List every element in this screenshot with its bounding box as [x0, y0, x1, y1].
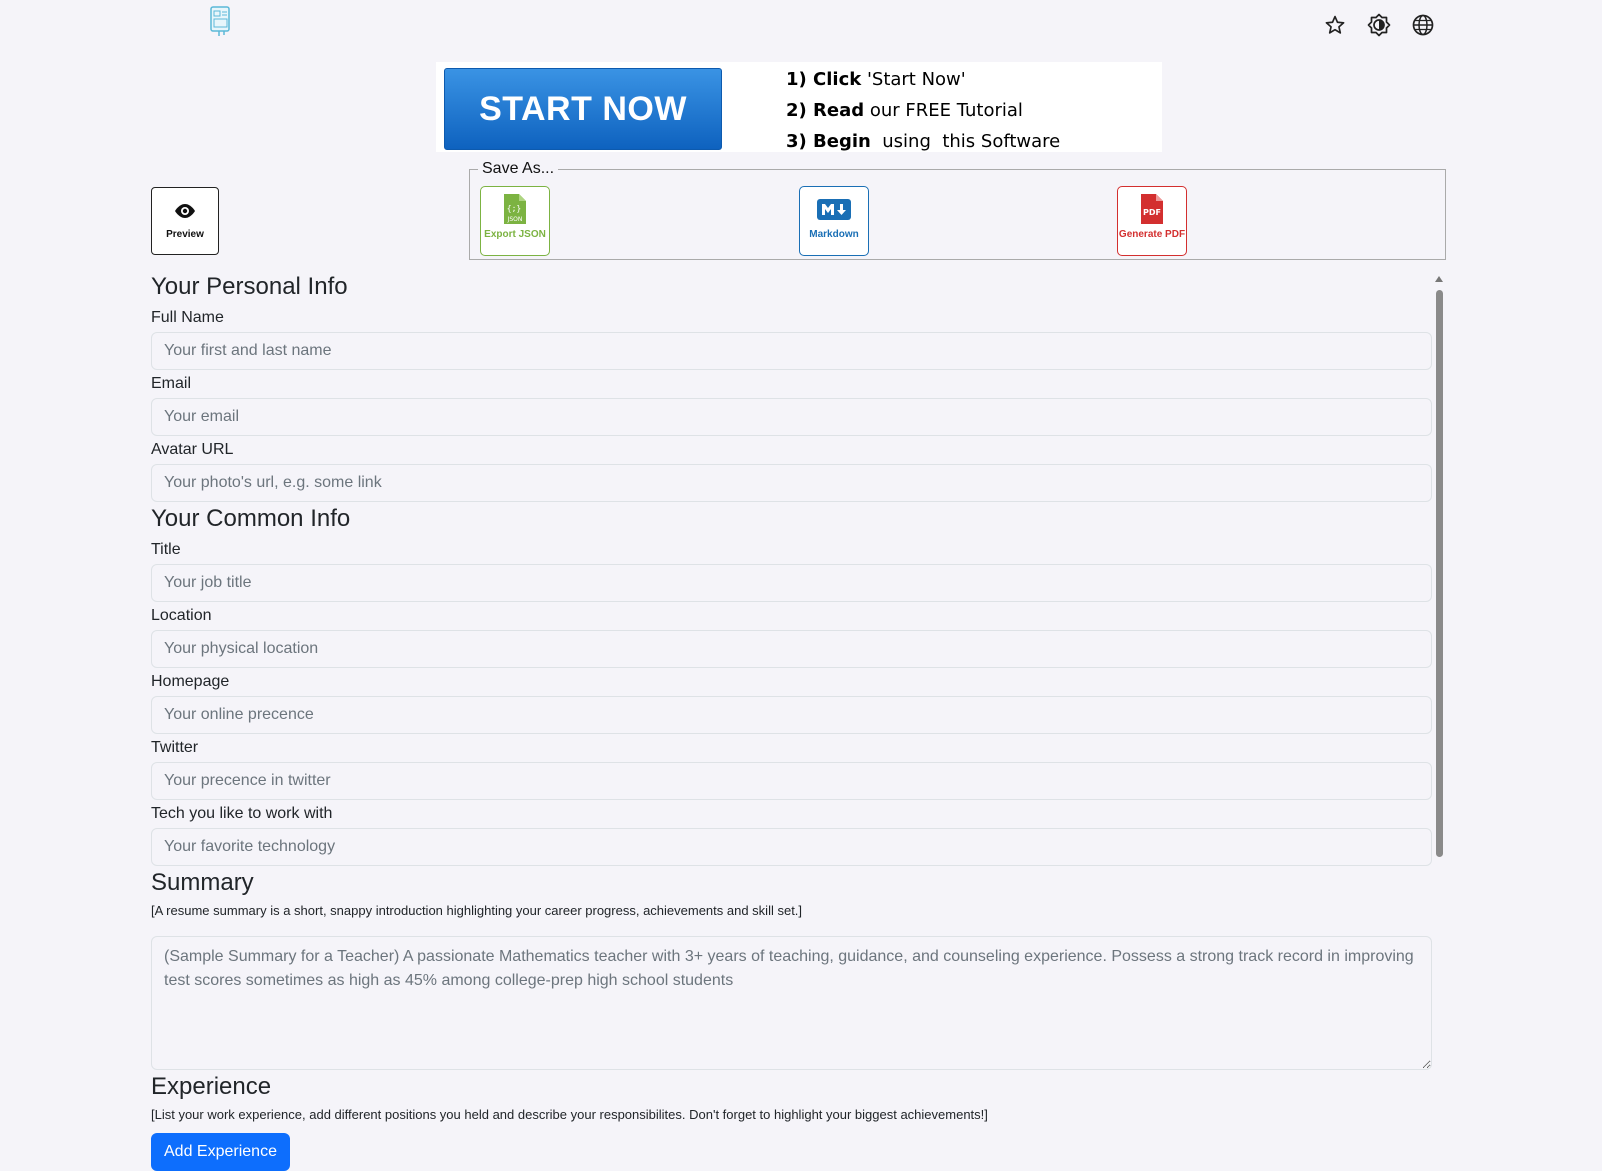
generate-pdf-label: Generate PDF — [1118, 229, 1186, 240]
homepage-input[interactable] — [151, 696, 1432, 734]
full-name-input[interactable] — [151, 332, 1432, 370]
step-3-bold: 3) Begin — [786, 131, 871, 152]
resume-document-icon[interactable] — [208, 5, 234, 37]
email-input[interactable] — [151, 398, 1432, 436]
job-title-label: Title — [151, 541, 181, 558]
export-json-label: Export JSON — [484, 229, 546, 240]
scrollbar-thumb[interactable] — [1436, 290, 1443, 857]
summary-hint: [A resume summary is a short, snappy int… — [151, 903, 803, 918]
resume-form: Your Personal Info Full Name Email Avata… — [151, 270, 1432, 1171]
tutorial-steps: 1) Click 'Start Now' 2) Read our FREE Tu… — [786, 64, 1060, 157]
location-input[interactable] — [151, 630, 1432, 668]
summary-spacer — [151, 922, 1432, 936]
step-2: 2) Read our FREE Tutorial — [786, 95, 1060, 126]
location-label: Location — [151, 607, 212, 624]
preview-label: Preview — [166, 228, 204, 240]
homepage-label: Homepage — [151, 673, 230, 690]
scroll-up-arrow-icon[interactable] — [1435, 276, 1443, 282]
eye-icon — [175, 203, 195, 218]
twitter-label: Twitter — [151, 739, 199, 756]
start-now-button[interactable]: START NOW — [444, 68, 722, 150]
json-file-icon: {;} JSON — [504, 194, 526, 224]
star-icon[interactable] — [1322, 12, 1348, 38]
pdf-file-icon: PDF — [1141, 194, 1163, 224]
email-label: Email — [151, 375, 192, 392]
globe-icon[interactable] — [1410, 12, 1436, 38]
summary-heading: Summary — [151, 869, 254, 896]
summary-textarea[interactable] — [151, 936, 1432, 1070]
step-1: 1) Click 'Start Now' — [786, 64, 1060, 95]
avatar-url-input[interactable] — [151, 464, 1432, 502]
job-title-input[interactable] — [151, 564, 1432, 602]
step-1-text: 'Start Now' — [861, 69, 966, 90]
svg-text:{;}: {;} — [507, 204, 521, 213]
step-1-bold: 1) Click — [786, 69, 862, 90]
step-3-text: using this Software — [870, 131, 1061, 152]
theme-contrast-icon[interactable] — [1366, 12, 1392, 38]
experience-spacer — [151, 1126, 1432, 1133]
step-3: 3) Begin using this Software — [786, 126, 1060, 157]
preview-button[interactable]: Preview — [151, 187, 219, 255]
step-2-bold: 2) Read — [786, 100, 865, 121]
export-json-button[interactable]: {;} JSON Export JSON — [480, 186, 550, 256]
generate-pdf-button[interactable]: PDF Generate PDF — [1117, 186, 1187, 256]
markdown-button[interactable]: Markdown — [799, 186, 869, 256]
save-as-group: Save As... — [469, 160, 1446, 260]
experience-hint: [List your work experience, add differen… — [151, 1107, 988, 1122]
start-now-banner: START NOW 1) Click 'Start Now' 2) Read o… — [436, 62, 1162, 152]
tech-input[interactable] — [151, 828, 1432, 866]
add-experience-button[interactable]: Add Experience — [151, 1133, 290, 1171]
markdown-icon — [817, 199, 851, 220]
personal-info-heading: Your Personal Info — [151, 273, 348, 300]
top-bar — [0, 0, 1602, 56]
twitter-input[interactable] — [151, 762, 1432, 800]
save-as-legend: Save As... — [482, 160, 555, 177]
tech-label: Tech you like to work with — [151, 805, 333, 822]
experience-heading: Experience — [151, 1073, 272, 1100]
markdown-label: Markdown — [809, 229, 859, 240]
top-icon-group — [1322, 12, 1436, 38]
avatar-url-label: Avatar URL — [151, 441, 234, 458]
full-name-label: Full Name — [151, 309, 224, 326]
svg-text:JSON: JSON — [507, 216, 523, 223]
common-info-heading: Your Common Info — [151, 505, 351, 532]
svg-text:PDF: PDF — [1143, 208, 1161, 217]
step-2-text: our FREE Tutorial — [864, 100, 1023, 121]
